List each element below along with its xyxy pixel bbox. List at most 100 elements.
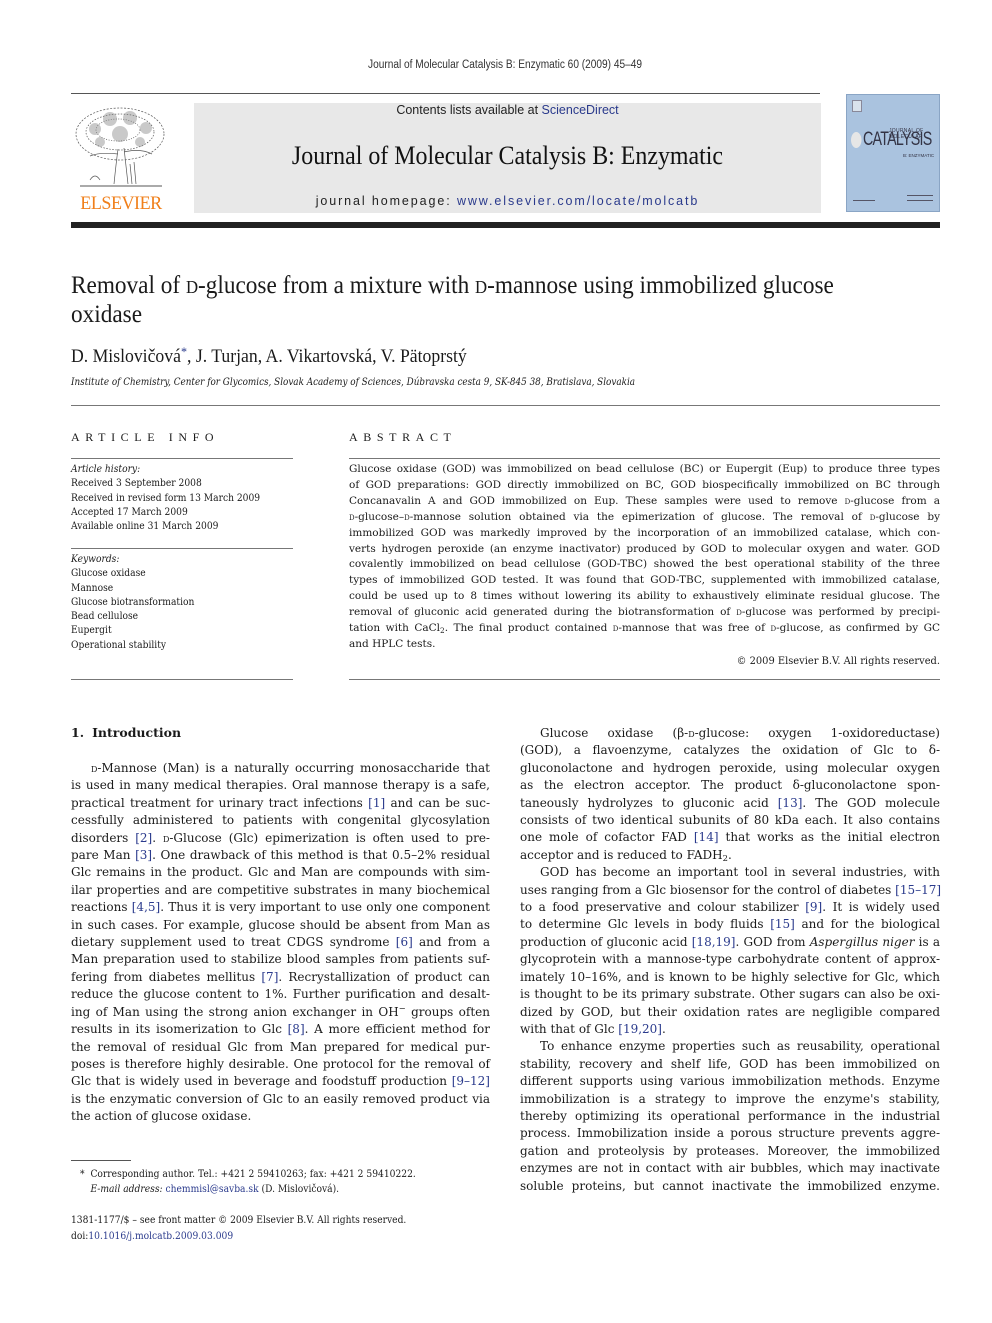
body-text-line: glycoprotein with a mannose-type carbohy…: [520, 952, 940, 967]
citation-link[interactable]: [9]: [805, 900, 822, 914]
body-text-line: fering from diabetes mellitus [7]. Recry…: [71, 969, 490, 984]
citation-link[interactable]: [4,5]: [132, 900, 160, 914]
corresponding-author-footnote: * Corresponding author. Tel.: +421 2 5941…: [80, 1167, 445, 1197]
affiliation: Institute of Chemistry, Center for Glyco…: [71, 376, 636, 388]
keyword-item: Bead cellulose: [71, 610, 139, 623]
body-text-line: taneously hydrolyzes to gluconic acid [1…: [520, 795, 940, 810]
citation-link[interactable]: [1]: [368, 796, 385, 810]
abstract-line: and HPLC tests.: [349, 637, 436, 650]
journal-title: Journal of Molecular Catalysis B: Enzyma…: [291, 141, 724, 170]
keywords-label: Keywords:: [71, 553, 120, 565]
body-text-line: pare Man [3]. One drawback of this metho…: [71, 848, 490, 863]
journal-cover-image: JOURNAL OF MOLECULAR CATALYSIS B: ENZYMA…: [846, 94, 940, 212]
smallcaps-d: d: [869, 510, 876, 523]
author-first: D. Mislovičová: [71, 346, 181, 367]
smallcaps-d: d: [404, 510, 410, 523]
sciencedirect-link[interactable]: ScienceDirect: [542, 103, 619, 117]
citation-link[interactable]: [15]: [770, 917, 795, 931]
section-heading-introduction: 1. Introduction: [71, 725, 181, 740]
body-text-line: dized by GOD, but their oxidation rates …: [520, 1004, 940, 1019]
citation-link[interactable]: [13]: [778, 796, 803, 810]
author-email-link[interactable]: chemmisl@savba.sk: [166, 1183, 259, 1195]
citation-link[interactable]: [14]: [694, 830, 719, 844]
body-text-line: GOD has become an important tool in seve…: [540, 865, 940, 880]
citation-link[interactable]: [3]: [135, 848, 152, 862]
body-text-line: uses ranging from a Glc biosensor for th…: [520, 882, 942, 897]
divider: [71, 548, 293, 549]
body-text-line: reduce the glucose content to 1%. Furthe…: [71, 987, 490, 1002]
body-text-line: in such cases. For example, glucose shou…: [71, 917, 490, 932]
history-label: Article history:: [71, 463, 141, 475]
body-text-line: poses is therefore highly desirable. One…: [71, 1056, 490, 1071]
history-item: Accepted 17 March 2009: [71, 505, 188, 518]
divider: [71, 458, 293, 459]
body-text-line: stability, recovery and shelf life, GOD …: [520, 1056, 940, 1071]
citation-link[interactable]: [9–12]: [452, 1074, 490, 1088]
body-text-line: immobilization is a strategy to improve …: [520, 1091, 940, 1106]
body-text-line: imately 10–16%, and is known to be highl…: [520, 969, 940, 984]
abstract-line: of GOD preparations: GOD directly immobi…: [349, 478, 940, 491]
doi-link[interactable]: 10.1016/j.molcatb.2009.03.009: [88, 1230, 233, 1242]
body-text-line: ing of Man using the strong anion exchan…: [71, 1002, 490, 1019]
citation-link[interactable]: [19,20]: [618, 1022, 662, 1036]
cover-footer-line: [853, 200, 875, 201]
body-text-line: process. Immobilization inside a porous …: [520, 1126, 940, 1141]
body-text-line: Glc that is widely used in beverage and …: [71, 1074, 490, 1089]
journal-homepage-link[interactable]: www.elsevier.com/locate/molcatb: [457, 194, 699, 208]
elsevier-wordmark: ELSEVIER: [80, 193, 162, 214]
divider: [71, 679, 293, 680]
authors-rest: , J. Turjan, A. Vikartovská, V. Pätoprst…: [186, 346, 467, 367]
keywords: Keywords: Glucose oxidase Mannose Glucos…: [71, 552, 271, 652]
body-column-left: d-Mannose (Man) is a naturally occurring…: [71, 760, 490, 1126]
cover-title: CATALYSIS: [851, 129, 932, 151]
journal-homepage-line: journal homepage: www.elsevier.com/locat…: [194, 194, 821, 208]
body-text-line: disorders [2]. d-Glucose (Glc) epimeriza…: [71, 830, 490, 845]
citation-link[interactable]: [15–17]: [895, 883, 941, 897]
keyword-item: Operational stability: [71, 638, 167, 651]
body-text-line: cessfully administered to patients with …: [71, 813, 490, 828]
smallcaps-d: d: [736, 606, 742, 619]
abstract-line: tation with CaCl2. The final product con…: [349, 622, 940, 636]
keyword-item: Mannose: [71, 581, 114, 594]
body-text-line: Man preparation used to stabilize blood …: [71, 952, 490, 967]
body-text-line: to a food preservative and colour stabil…: [520, 900, 940, 915]
body-text-line: is used in many medical therapies. Oral …: [71, 778, 490, 793]
citation-link[interactable]: [6]: [396, 935, 413, 949]
smallcaps-d: d: [844, 494, 851, 507]
cover-title-text: CATALYSIS: [863, 129, 932, 150]
title-part-smallcaps: d: [475, 272, 488, 299]
email-label: E-mail address:: [90, 1183, 163, 1195]
citation-link[interactable]: [18,19]: [692, 935, 736, 949]
body-text-line: To enhance enzyme properties such as reu…: [540, 1039, 940, 1054]
history-item: Received 3 September 2008: [71, 477, 202, 490]
abstract-line: Concanavalin A and GOD immobilized on Eu…: [349, 494, 940, 507]
contents-prefix: Contents lists available at: [396, 103, 539, 117]
divider: [349, 458, 940, 459]
doi-label: doi:: [71, 1230, 89, 1242]
body-text-line: different supports using various immobil…: [520, 1074, 940, 1089]
article-title: Removal of d-glucose from a mixture with…: [71, 271, 871, 329]
body-text-line: d-Mannose (Man) is a naturally occurring…: [91, 761, 490, 775]
masthead-thick-rule: [71, 222, 940, 228]
body-text-line: is thought to be its primary substrate. …: [520, 987, 940, 1002]
citation-link[interactable]: [8]: [288, 1022, 305, 1036]
body-text-line: results in its isomerization to Glc [8].…: [71, 1022, 491, 1037]
body-text-line: production of gluconic acid [18,19]. GOD…: [520, 934, 941, 949]
citation-link[interactable]: [7]: [261, 970, 278, 984]
keyword-item: Glucose oxidase: [71, 567, 146, 580]
keyword-item: Eupergit: [71, 624, 112, 637]
cover-subtitle: B: ENZYMATIC: [903, 153, 935, 158]
body-text-line: practical treatment for urinary tract in…: [71, 795, 491, 810]
abstract-line: immobilized GOD was markedly improved by…: [349, 526, 940, 539]
abstract-line: verts hydrogen peroxide (an enzyme inact…: [349, 542, 940, 555]
body-text-line: ilar properties and are competitive subs…: [71, 882, 490, 897]
body-text-line: dietary supplement used to treat CDGS sy…: [71, 935, 490, 950]
cover-footer-line: [907, 195, 933, 196]
body-text-line: acceptor and is reduced to FADH2.: [520, 847, 732, 863]
cover-footer-line: [907, 200, 933, 201]
footnote-mark: *: [80, 1168, 85, 1180]
body-text-line: enzymes are not in contact with air bubb…: [520, 1161, 940, 1176]
title-part-smallcaps: d: [185, 272, 199, 299]
citation-link[interactable]: [2]: [135, 831, 152, 845]
body-text-line: the removal of residual Glc from Man pre…: [71, 1039, 490, 1054]
